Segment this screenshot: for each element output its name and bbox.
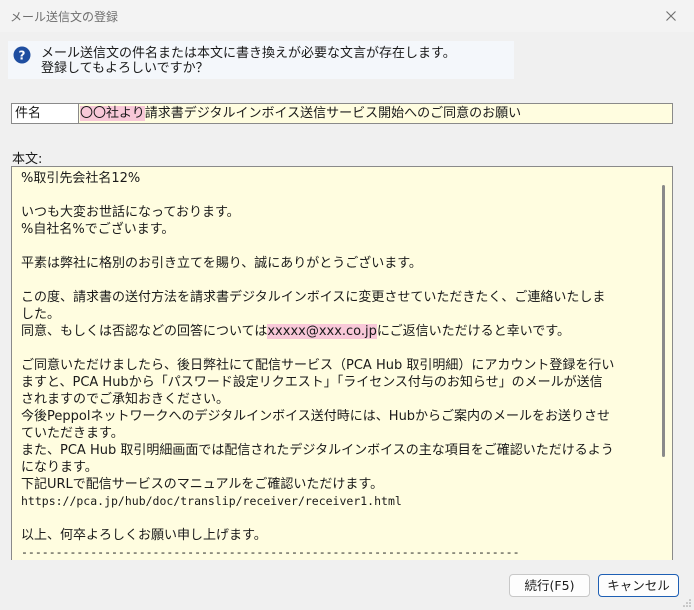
svg-text:?: ? (19, 49, 26, 63)
consent-line: 同意、もしくは否認などの回答についてはxxxxx@xxx.co.jpにご返信いた… (21, 323, 661, 340)
continue-button[interactable]: 続行(F5) (509, 574, 590, 597)
body-textarea[interactable]: %取引先会社名12% いつも大変お世話になっております。 %自社名%でございます… (11, 166, 673, 560)
body-line: になります。 (21, 460, 98, 475)
body-line (21, 187, 661, 204)
message-line-2: 登録してもよろしいですか？ (41, 61, 209, 76)
body-label: 本文: (12, 152, 43, 167)
body-line (21, 340, 661, 357)
body-line: されますのでご承知おきください。 (21, 392, 230, 407)
subject-field[interactable]: 〇〇社より請求書デジタルインボイス送信サービス開始へのご同意のお願い (79, 103, 673, 124)
consent-suffix: にご返信いただけると幸いです。 (376, 324, 570, 339)
consent-email-highlight: xxxxx@xxx.co.jp (267, 324, 377, 339)
body-line (21, 238, 661, 255)
subject-label: 件名 (11, 103, 79, 124)
subject-placeholder-highlight: 〇〇社より (80, 106, 145, 121)
consent-prefix: 同意、もしくは否認などの回答については (21, 324, 268, 339)
body-line: 今後Peppolネットワークへのデジタルインボイス送付時には、Hubからご案内の… (21, 409, 611, 424)
body-line (21, 272, 661, 289)
message-line-1: メール送信文の件名または本文に書き換えが必要な文言が存在します。 (41, 46, 456, 61)
resize-grip-icon[interactable] (682, 598, 692, 608)
body-line (21, 510, 661, 527)
body-line: ていただきます。 (21, 426, 124, 441)
title-bar: メール送信文の登録 (0, 0, 694, 32)
window-title: メール送信文の登録 (10, 10, 119, 24)
body-line: いつも大変お世話になっております。 (21, 205, 240, 220)
vertical-scrollbar[interactable] (656, 167, 672, 560)
body-line: 以上、何卒よろしくお願い申し上げます。 (21, 528, 267, 543)
body-text: %取引先会社名12% いつも大変お世話になっております。 %自社名%でございます… (21, 170, 661, 560)
manual-url: https://pca.jp/hub/doc/translip/receiver… (21, 494, 402, 508)
body-line: した。 (21, 307, 61, 322)
question-icon: ? (13, 46, 31, 64)
close-button[interactable] (648, 0, 694, 32)
body-line: ご同意いただけましたら、後日弊社にて配信サービス（PCA Hub 取引明細）にア… (21, 358, 615, 373)
body-line: 平素は弊社に格別のお引き立てを賜り、誠にありがとうございます。 (21, 256, 422, 271)
scrollbar-thumb[interactable] (662, 185, 665, 457)
confirmation-message: ? メール送信文の件名または本文に書き換えが必要な文言が存在します。 登録しても… (8, 41, 514, 79)
body-line: ますと、PCA Hubから「パスワード設定リクエスト」「ライセンス付与のお知らせ… (21, 375, 603, 390)
separator-line: ----------------------------------------… (21, 545, 520, 559)
cancel-button[interactable]: キャンセル (598, 574, 679, 597)
body-line: %自社名%でございます。 (21, 222, 175, 237)
body-line: %取引先会社名12% (21, 171, 141, 186)
subject-row: 件名 〇〇社より請求書デジタルインボイス送信サービス開始へのご同意のお願い (11, 103, 673, 124)
subject-text: 請求書デジタルインボイス送信サービス開始へのご同意のお願い (144, 106, 522, 121)
body-line: また、PCA Hub 取引明細画面では配信されたデジタルインボイスの主な項目をご… (21, 443, 614, 458)
close-icon (666, 11, 676, 21)
body-line: 下記URLで配信サービスのマニュアルをご確認いただけます。 (21, 477, 384, 492)
body-line: この度、請求書の送付方法を請求書デジタルインボイスに変更させていただきたく、ご連… (21, 290, 606, 305)
